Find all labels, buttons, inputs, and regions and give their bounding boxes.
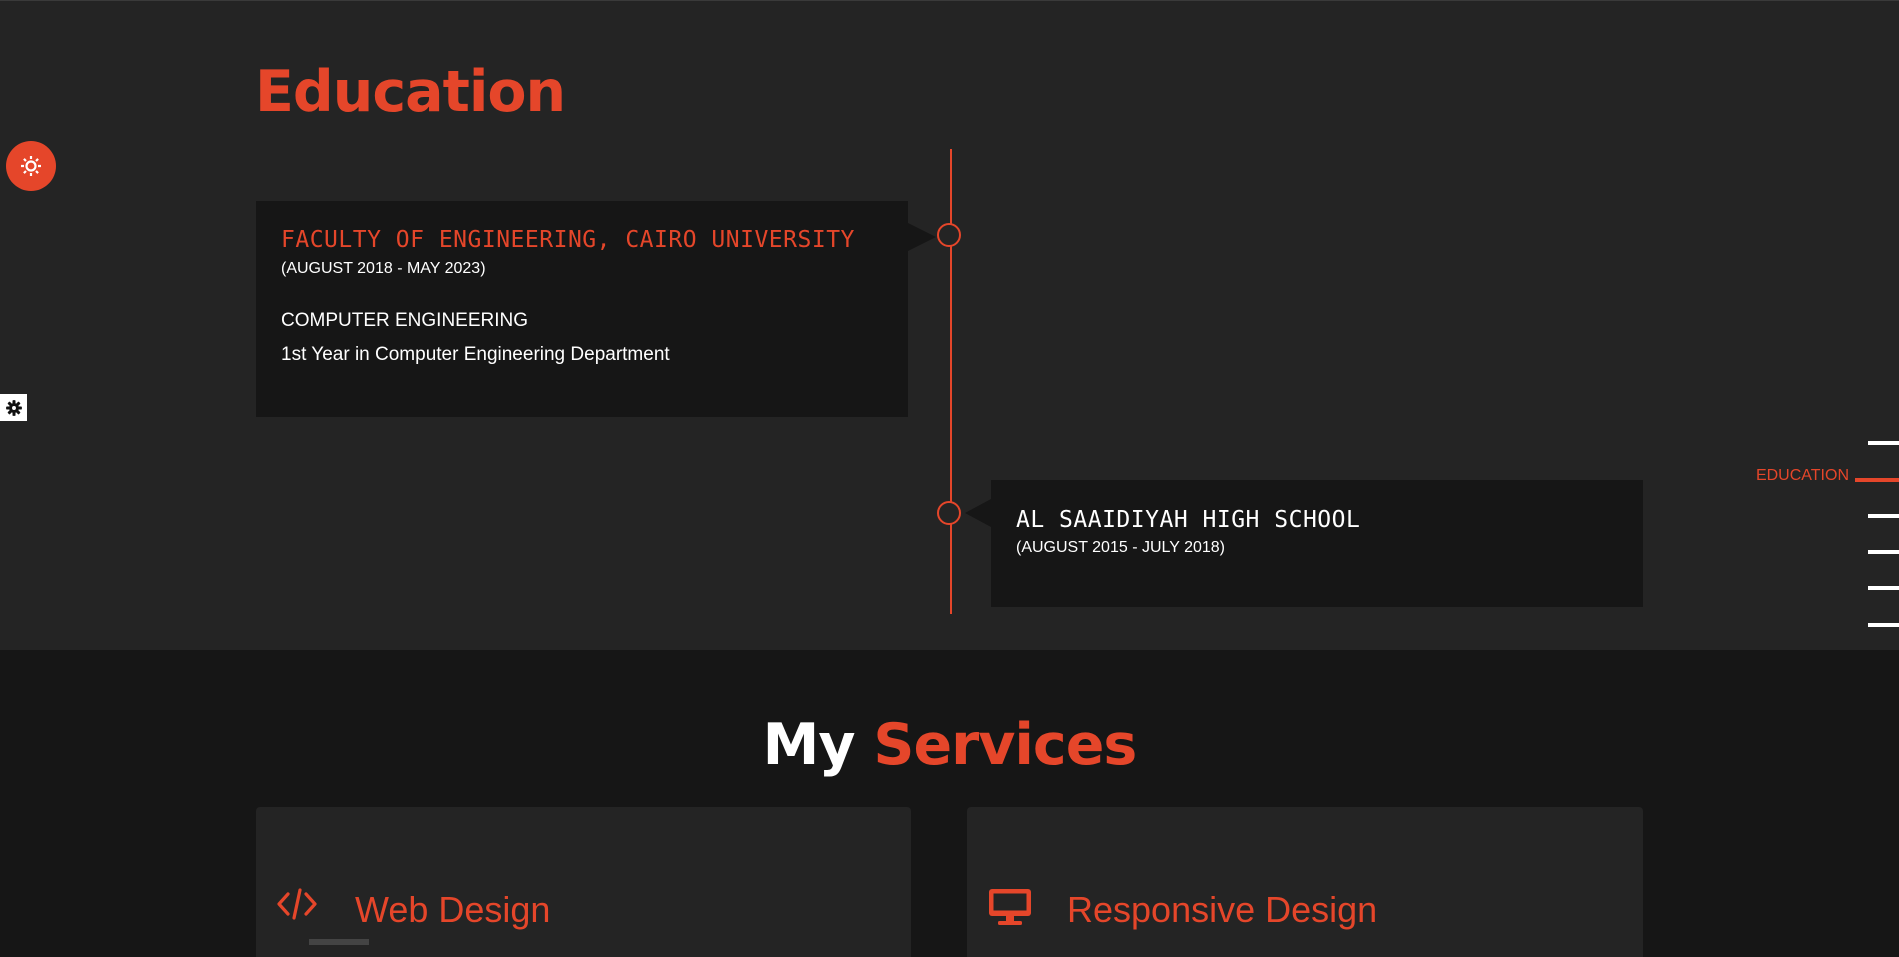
education-card: FACULTY OF ENGINEERING, CAIRO UNIVERSITY… — [256, 201, 936, 417]
monitor-icon — [987, 887, 1033, 927]
education-dates: (AUGUST 2015 - JULY 2018) — [1016, 539, 1225, 556]
services-title-accent: Services — [873, 712, 1137, 778]
services-section: My Services Web Design Responsive Design — [0, 650, 1899, 957]
nav-dash-section[interactable] — [1868, 550, 1899, 554]
service-label: Responsive Design — [1067, 889, 1378, 930]
service-card-responsive-design[interactable]: Responsive Design — [967, 807, 1643, 957]
service-label: Web Design — [355, 889, 551, 930]
nav-dash-education[interactable] — [1855, 478, 1899, 482]
school-name: AL SAAIDIYAH HIGH SCHOOL — [1016, 507, 1361, 533]
settings-toggle-button[interactable] — [6, 141, 56, 191]
education-description: 1st Year in Computer Engineering Departm… — [281, 344, 670, 365]
nav-dash-section[interactable] — [1868, 586, 1899, 590]
nav-active-label[interactable]: EDUCATION — [1756, 467, 1849, 485]
section-nav: EDUCATION — [1719, 436, 1899, 636]
education-card: AL SAAIDIYAH HIGH SCHOOL (AUGUST 2015 - … — [965, 480, 1643, 607]
services-title-white: My — [762, 712, 856, 778]
degree-title: COMPUTER ENGINEERING — [281, 310, 529, 331]
horizontal-scroll-thumb[interactable] — [309, 939, 369, 945]
school-name: FACULTY OF ENGINEERING, CAIRO UNIVERSITY — [281, 227, 855, 253]
gear-icon — [5, 399, 22, 416]
gear-icon — [21, 156, 41, 176]
code-icon — [276, 887, 318, 921]
nav-dash-section[interactable] — [1868, 441, 1899, 445]
education-dates: (AUGUST 2018 - MAY 2023) — [281, 260, 486, 277]
settings-panel-button[interactable] — [0, 394, 27, 421]
nav-dash-section[interactable] — [1868, 623, 1899, 627]
timeline-node — [937, 223, 961, 247]
services-title: My Services — [0, 712, 1899, 778]
timeline-line — [950, 149, 952, 614]
education-title: Education — [255, 59, 566, 125]
nav-dash-section[interactable] — [1868, 514, 1899, 518]
education-section: Education FACULTY OF ENGINEERING, CAIRO … — [0, 0, 1899, 650]
service-card-web-design[interactable]: Web Design — [256, 807, 911, 957]
timeline-node — [937, 501, 961, 525]
